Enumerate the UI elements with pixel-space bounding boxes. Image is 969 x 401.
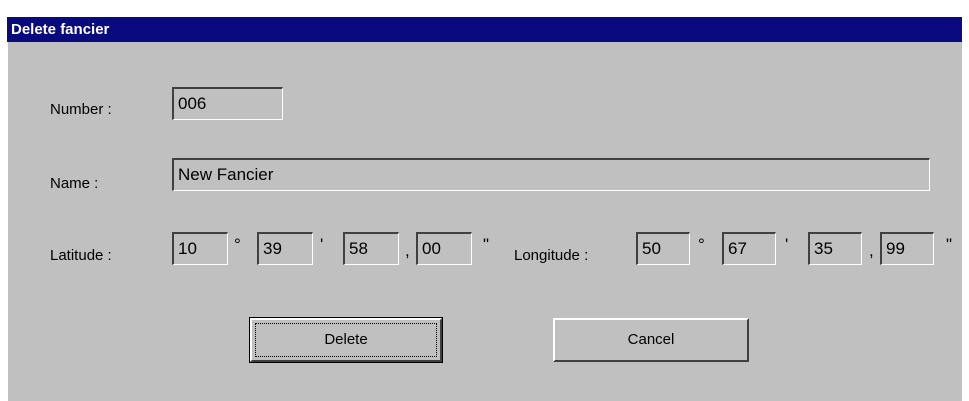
latitude-comma: , (405, 241, 410, 260)
longitude-comma: , (869, 241, 874, 260)
longitude-seconds-field[interactable]: 35 (808, 232, 862, 265)
name-label: Name : (50, 175, 99, 192)
latitude-degrees-field[interactable]: 10 (172, 232, 228, 265)
latitude-label: Latitude : (50, 247, 112, 264)
latitude-degree-symbol: ° (234, 235, 241, 254)
longitude-label: Longitude : (514, 247, 589, 264)
latitude-minutes-field[interactable]: 39 (257, 232, 313, 265)
latitude-seconds-field[interactable]: 58 (343, 232, 399, 265)
latitude-second-symbol: " (483, 235, 490, 254)
longitude-second-symbol: " (946, 235, 953, 254)
number-label: Number : (50, 101, 112, 118)
dialog-title: Delete fancier (7, 17, 962, 42)
cancel-button[interactable]: Cancel (553, 318, 749, 362)
longitude-degrees-field[interactable]: 50 (636, 232, 690, 265)
latitude-minute-symbol: ' (320, 235, 324, 254)
delete-button[interactable]: Delete (249, 317, 443, 363)
latitude-hundredths-field[interactable]: 00 (416, 232, 472, 265)
longitude-degree-symbol: ° (698, 235, 705, 254)
longitude-minute-symbol: ' (785, 235, 789, 254)
dialog-window (7, 17, 962, 401)
name-field[interactable]: New Fancier (172, 158, 930, 191)
longitude-minutes-field[interactable]: 67 (722, 232, 776, 265)
longitude-hundredths-field[interactable]: 99 (880, 232, 934, 265)
number-field[interactable]: 006 (172, 87, 283, 120)
delete-button-label: Delete (255, 323, 437, 357)
